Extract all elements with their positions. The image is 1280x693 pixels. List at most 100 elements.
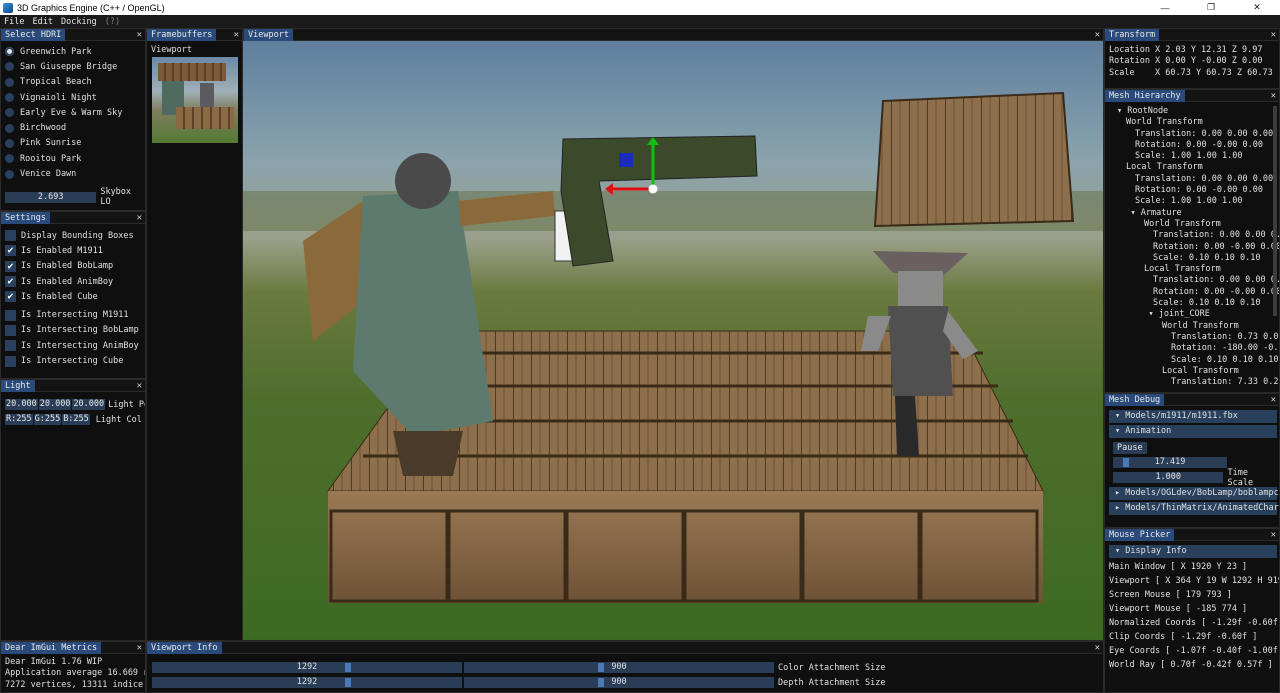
settings-checkbox-row[interactable]: ✔ Is Enabled BobLamp	[5, 259, 141, 274]
hdri-option[interactable]: Vignaioli Night	[5, 90, 141, 105]
settings-checkbox-row[interactable]: Is Intersecting BobLamp	[5, 323, 141, 338]
radio-button[interactable]	[5, 47, 14, 57]
tab-light[interactable]: Light	[1, 380, 35, 392]
light-pos-x[interactable]: 20.000	[5, 399, 38, 411]
maximize-button[interactable]: ❐	[1188, 0, 1234, 15]
checkbox[interactable]: ✔	[5, 291, 16, 303]
settings-checkbox-row[interactable]: ✔ Is Enabled M1911	[5, 243, 141, 258]
checkbox[interactable]	[5, 324, 16, 336]
menu-bar: File Edit Docking (?)	[0, 15, 1280, 28]
model-boblamp-header[interactable]: ▸ Models/OGLdev/BobLamp/boblampcle	[1109, 487, 1279, 500]
tab-mesh-debug[interactable]: Mesh Debug	[1105, 394, 1165, 406]
close-icon[interactable]: ✕	[1271, 90, 1276, 102]
tab-mouse-picker[interactable]: Mouse Picker	[1105, 529, 1175, 541]
checkbox[interactable]: ✔	[5, 276, 16, 288]
menu-docking[interactable]: Docking	[57, 17, 101, 27]
settings-checkbox-row[interactable]: ✔ Is Enabled Cube	[5, 289, 141, 304]
hdri-option[interactable]: Early Eve & Warm Sky	[5, 105, 141, 120]
color-width-slider[interactable]: 1292	[152, 662, 462, 673]
hierarchy-node[interactable]: ▾ joint_CORE	[1117, 309, 1275, 320]
checkbox[interactable]	[5, 230, 16, 242]
close-icon[interactable]: ✕	[137, 29, 142, 41]
tab-transform[interactable]: Transform	[1105, 29, 1160, 41]
menu-help[interactable]: (?)	[101, 17, 124, 27]
hdri-option[interactable]: Birchwood	[5, 120, 141, 135]
light-color-g[interactable]: G:255	[33, 414, 62, 426]
tab-framebuffers[interactable]: Framebuffers	[147, 29, 217, 41]
depth-height-slider[interactable]: 900	[464, 677, 774, 688]
slider-grab[interactable]	[345, 663, 351, 672]
close-icon[interactable]: ✕	[1095, 642, 1100, 654]
tab-settings[interactable]: Settings	[1, 212, 50, 224]
settings-checkbox-row[interactable]: Is Intersecting Cube	[5, 353, 141, 368]
tab-viewport[interactable]: Viewport	[244, 29, 293, 41]
model-animated-character-header[interactable]: ▸ Models/ThinMatrix/AnimatedCharac	[1109, 502, 1279, 515]
hdri-option[interactable]: Venice Dawn	[5, 166, 141, 181]
pause-button[interactable]: Pause	[1113, 441, 1147, 454]
model-m1911-header[interactable]: ▾ Models/m1911/m1911.fbx	[1109, 410, 1277, 423]
hdri-option[interactable]: Pink Sunrise	[5, 136, 141, 151]
viewport-scene[interactable]	[243, 41, 1103, 640]
minimize-button[interactable]: —	[1142, 0, 1188, 15]
animation-time-slider[interactable]: 17.419	[1113, 457, 1227, 468]
close-icon[interactable]: ✕	[1271, 29, 1276, 41]
light-pos-z[interactable]: 20.000	[72, 399, 106, 411]
settings-checkbox-row[interactable]: Is Intersecting M1911	[5, 307, 141, 322]
hierarchy-node: Translation: 0.00 0.00 0.00	[1135, 128, 1274, 139]
light-color-r[interactable]: R:255	[5, 414, 33, 426]
close-icon[interactable]: ✕	[1271, 394, 1276, 406]
close-icon[interactable]: ✕	[137, 212, 142, 224]
radio-button[interactable]	[5, 138, 14, 148]
close-icon[interactable]: ✕	[137, 642, 142, 654]
tab-viewport-info[interactable]: Viewport Info	[147, 642, 222, 654]
hdri-option[interactable]: Greenwich Park	[5, 44, 141, 59]
color-height-slider[interactable]: 900	[464, 662, 774, 673]
hierarchy-node[interactable]: ▾ RootNode	[1117, 106, 1275, 117]
time-scale-input[interactable]: 1.000	[1113, 472, 1224, 483]
close-icon[interactable]: ✕	[1271, 529, 1276, 541]
slider-grab[interactable]	[598, 678, 604, 687]
close-icon[interactable]: ✕	[1095, 29, 1100, 41]
settings-checkbox-row[interactable]: Is Intersecting AnimBoy	[5, 338, 141, 353]
checkbox[interactable]: ✔	[5, 260, 16, 272]
tab-select-hdri[interactable]: Select HDRI	[1, 29, 66, 41]
slider-grab[interactable]	[598, 663, 604, 672]
close-window-button[interactable]: ✕	[1234, 0, 1280, 15]
tab-mesh-hierarchy[interactable]: Mesh Hierarchy	[1105, 90, 1185, 102]
close-icon[interactable]: ✕	[137, 380, 142, 392]
hierarchy-node[interactable]: ▾ Armature	[1117, 208, 1275, 219]
radio-button[interactable]	[5, 169, 14, 179]
close-icon[interactable]: ✕	[234, 29, 239, 41]
radio-button[interactable]	[5, 108, 14, 118]
picker-info-row: Normalized Coords [ -1.29f -0.60f ]	[1109, 618, 1280, 628]
transform-value[interactable]: X 0.00 Y -0.00 Z 0.00	[1155, 56, 1262, 66]
color-attachment-label: Color Attachment Size	[778, 662, 886, 673]
menu-edit[interactable]: Edit	[28, 17, 56, 27]
animation-header[interactable]: ▾ Animation	[1109, 425, 1277, 438]
transform-value[interactable]: X 60.73 Y 60.73 Z 60.73	[1155, 68, 1273, 78]
menu-file[interactable]: File	[0, 17, 28, 27]
radio-button[interactable]	[5, 123, 14, 133]
light-pos-y[interactable]: 20.000	[38, 399, 72, 411]
skybox-lod-input[interactable]: 2.693	[5, 191, 97, 203]
transform-value[interactable]: X 2.03 Y 12.31 Z 9.97	[1155, 45, 1262, 55]
radio-button[interactable]	[5, 77, 14, 87]
settings-checkbox-row[interactable]: ✔ Is Enabled AnimBoy	[5, 274, 141, 289]
checkbox[interactable]	[5, 340, 16, 352]
depth-width-slider[interactable]: 1292	[152, 677, 462, 688]
radio-button[interactable]	[5, 93, 14, 103]
tab-metrics[interactable]: Dear ImGui Metrics	[1, 642, 102, 654]
checkbox[interactable]	[5, 355, 16, 367]
slider-grab[interactable]	[345, 678, 351, 687]
hdri-option[interactable]: San Giuseppe Bridge	[5, 59, 141, 74]
hdri-option[interactable]: Tropical Beach	[5, 75, 141, 90]
light-color-b[interactable]: B:255	[62, 414, 90, 426]
hierarchy-scrollbar[interactable]	[1273, 106, 1277, 316]
checkbox[interactable]: ✔	[5, 245, 16, 257]
radio-button[interactable]	[5, 154, 14, 164]
radio-button[interactable]	[5, 62, 14, 72]
checkbox[interactable]	[5, 309, 16, 321]
hdri-option[interactable]: Rooitou Park	[5, 151, 141, 166]
settings-checkbox-row[interactable]: Display Bounding Boxes	[5, 228, 141, 243]
display-info-header[interactable]: ▾ Display Info	[1109, 545, 1277, 558]
